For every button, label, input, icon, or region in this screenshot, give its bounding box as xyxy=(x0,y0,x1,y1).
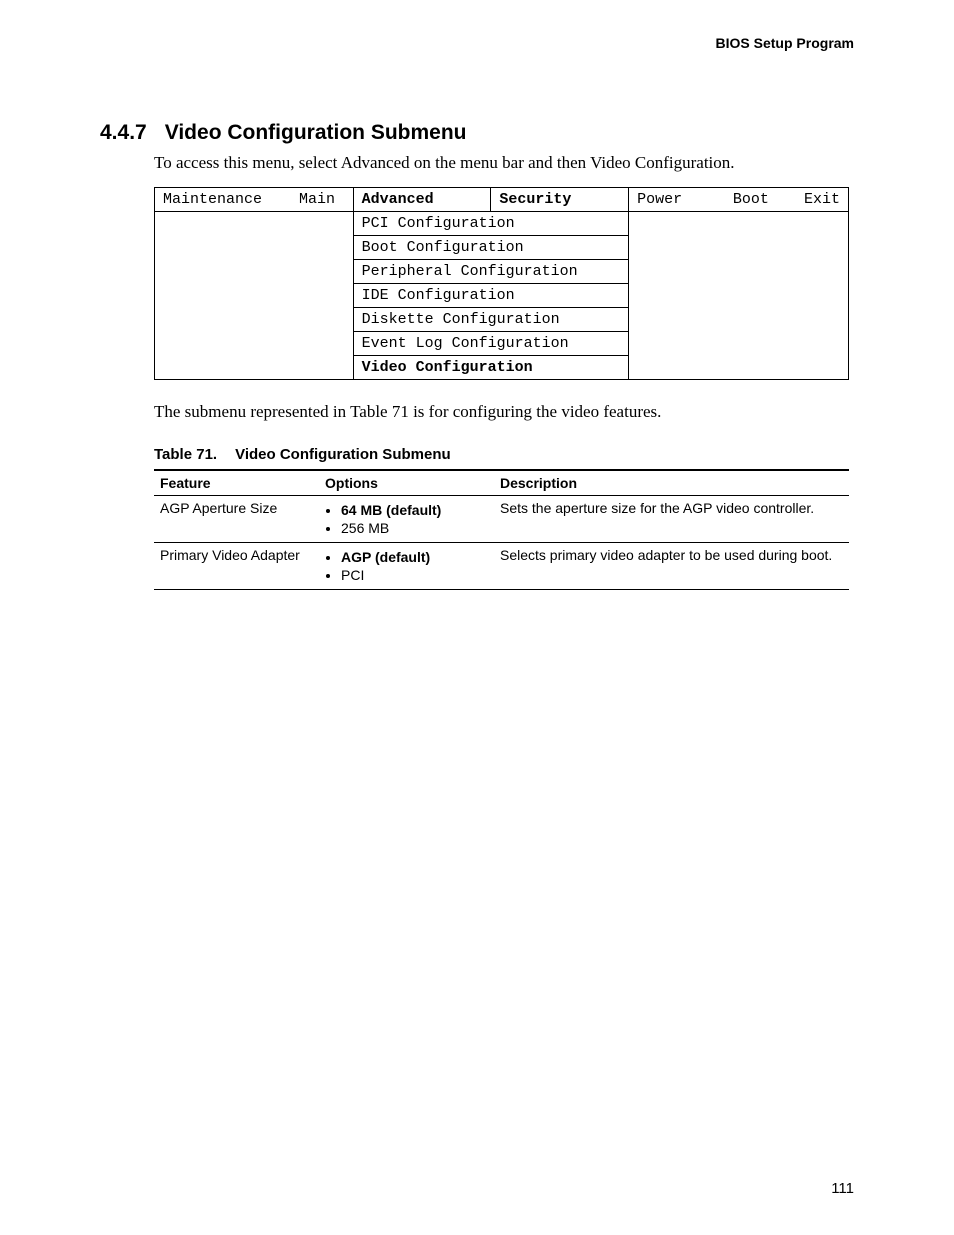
tab-exit: Exit xyxy=(786,188,848,212)
col-header-feature: Feature xyxy=(154,470,319,496)
cell-description: Selects primary video adapter to be used… xyxy=(494,543,849,590)
section-intro: To access this menu, select Advanced on … xyxy=(154,153,854,173)
submenu-pci: PCI Configuration xyxy=(353,212,628,236)
submenu-boot-config: Boot Configuration xyxy=(353,236,628,260)
section-number: 4.4.7 xyxy=(100,121,147,145)
table-caption: Table 71. Video Configuration Submenu xyxy=(154,446,854,463)
submenu-diskette: Diskette Configuration xyxy=(353,308,628,332)
option-default: 64 MB (default) xyxy=(341,502,441,518)
section-heading: 4.4.7 Video Configuration Submenu xyxy=(100,121,854,145)
cell-feature: AGP Aperture Size xyxy=(154,496,319,543)
running-header: BIOS Setup Program xyxy=(100,35,854,51)
tab-advanced: Advanced xyxy=(353,188,491,212)
config-table: Feature Options Description AGP Aperture… xyxy=(154,469,849,590)
submenu-ide: IDE Configuration xyxy=(353,284,628,308)
option-item: 256 MB xyxy=(341,520,488,536)
cell-options: 64 MB (default) 256 MB xyxy=(319,496,494,543)
cell-description: Sets the aperture size for the AGP video… xyxy=(494,496,849,543)
cell-feature: Primary Video Adapter xyxy=(154,543,319,590)
col-header-description: Description xyxy=(494,470,849,496)
page-number: 111 xyxy=(831,1180,854,1197)
table-caption-number: Table 71. xyxy=(154,446,217,463)
bios-menu-diagram: Maintenance Main Advanced Security Power… xyxy=(154,187,849,380)
tab-maintenance: Maintenance xyxy=(155,188,292,212)
tab-main: Main xyxy=(291,188,353,212)
option-item: PCI xyxy=(341,567,488,583)
option-default: AGP (default) xyxy=(341,549,430,565)
table-row: Primary Video Adapter AGP (default) PCI … xyxy=(154,543,849,590)
submenu-peripheral: Peripheral Configuration xyxy=(353,260,628,284)
submenu-video: Video Configuration xyxy=(353,356,628,380)
table-caption-title: Video Configuration Submenu xyxy=(235,446,451,463)
post-intro: The submenu represented in Table 71 is f… xyxy=(154,402,854,422)
tab-boot: Boot xyxy=(725,188,786,212)
col-header-options: Options xyxy=(319,470,494,496)
tab-power: Power xyxy=(629,188,725,212)
section-title: Video Configuration Submenu xyxy=(165,121,467,144)
tab-security: Security xyxy=(491,188,629,212)
cell-options: AGP (default) PCI xyxy=(319,543,494,590)
submenu-eventlog: Event Log Configuration xyxy=(353,332,628,356)
table-row: AGP Aperture Size 64 MB (default) 256 MB… xyxy=(154,496,849,543)
